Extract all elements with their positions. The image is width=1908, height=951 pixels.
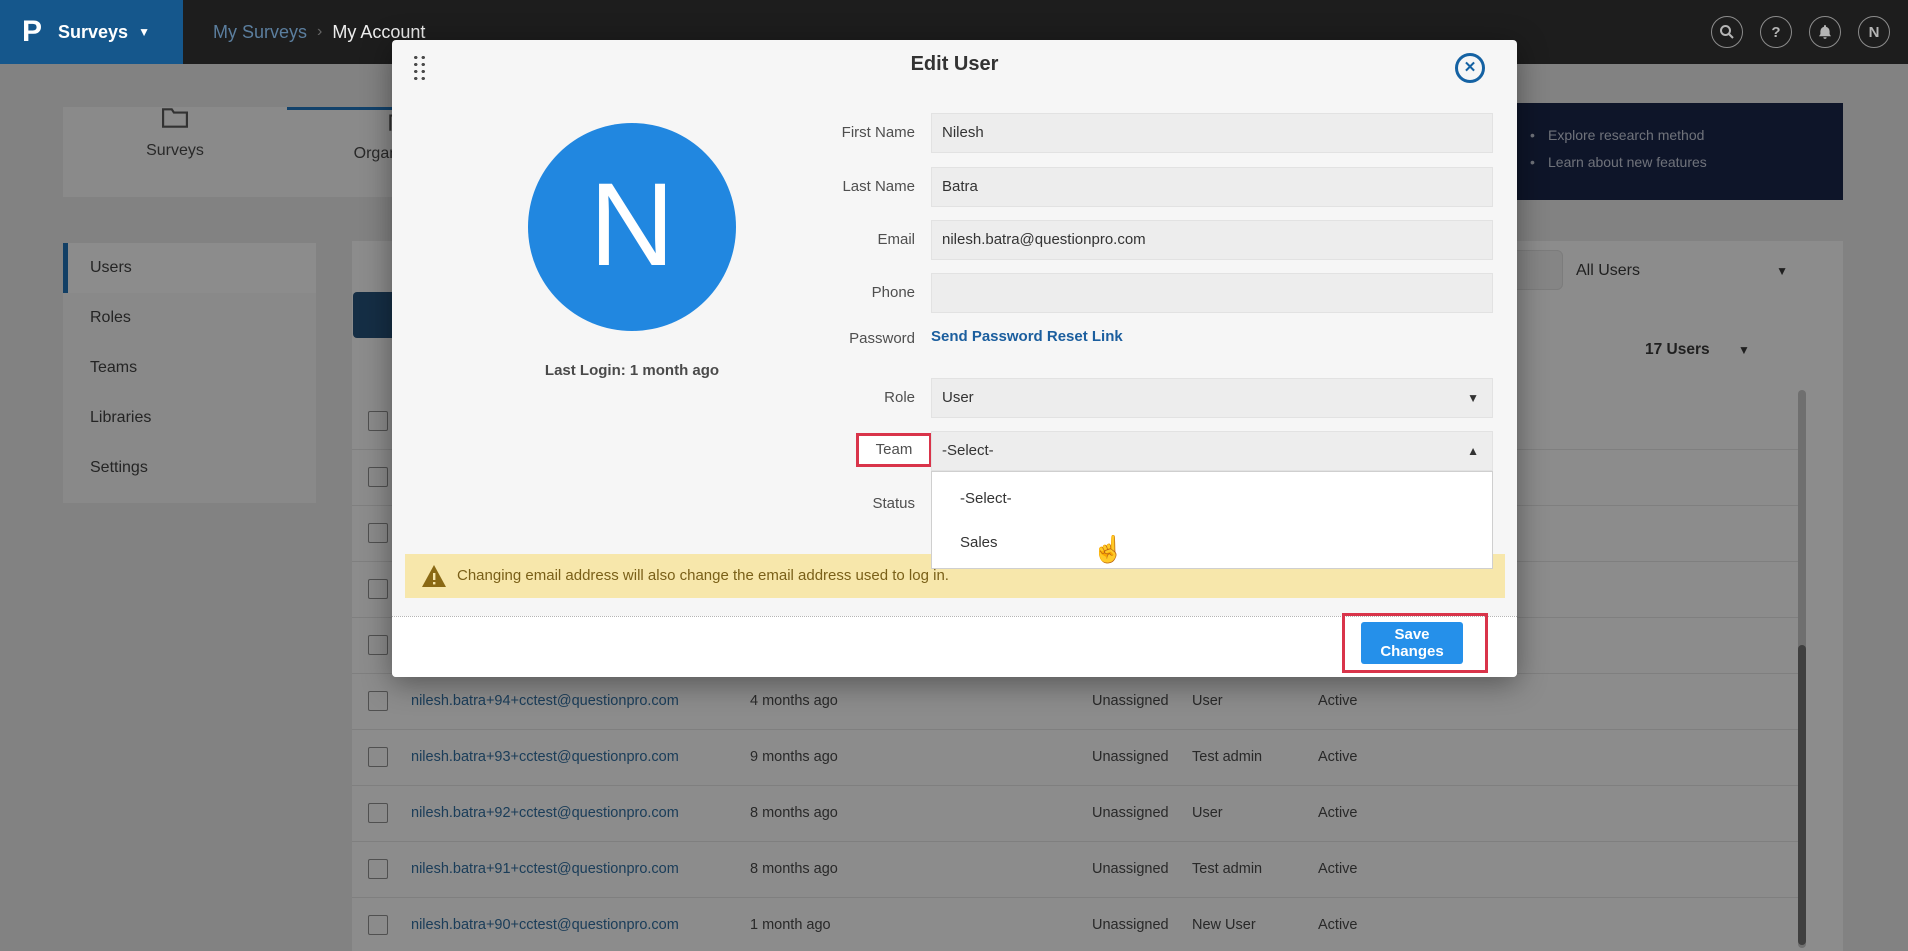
- last-login-text: Last Login: 1 month ago: [482, 362, 782, 379]
- first-name-field[interactable]: Nilesh: [931, 113, 1493, 153]
- chevron-down-icon: ▼: [138, 25, 150, 39]
- password-reset-link[interactable]: Send Password Reset Link: [931, 328, 1123, 345]
- team-dropdown-list: -Select- Sales: [931, 471, 1493, 569]
- user-avatar[interactable]: N: [1858, 16, 1890, 48]
- modal-title: Edit User: [392, 53, 1517, 76]
- first-name-label: First Name: [795, 124, 915, 141]
- team-option-select[interactable]: -Select-: [932, 477, 1492, 521]
- role-label: Role: [795, 389, 915, 406]
- status-label: Status: [795, 495, 915, 512]
- team-label: Team: [876, 441, 913, 458]
- team-label-highlight: Team: [856, 433, 932, 467]
- help-icon[interactable]: ?: [1760, 16, 1792, 48]
- screen: P Surveys ▼ My Surveys › My Account ? N …: [0, 0, 1908, 951]
- questionpro-logo-icon: P: [22, 15, 42, 49]
- last-name-field[interactable]: Batra: [931, 167, 1493, 207]
- breadcrumb-separator: ›: [317, 23, 322, 41]
- chevron-down-icon: ▼: [1467, 379, 1479, 417]
- role-value: User: [942, 389, 974, 406]
- modal-header: Edit User ✕: [392, 40, 1517, 88]
- edit-user-modal: Edit User ✕ N Last Login: 1 month ago Fi…: [392, 40, 1517, 677]
- product-menu-label: Surveys: [58, 22, 128, 43]
- password-label: Password: [795, 330, 915, 347]
- breadcrumb-my-surveys[interactable]: My Surveys: [213, 22, 307, 43]
- phone-label: Phone: [795, 284, 915, 301]
- product-switcher[interactable]: P Surveys ▼: [0, 0, 183, 64]
- warning-text: Changing email address will also change …: [457, 554, 949, 598]
- email-label: Email: [795, 231, 915, 248]
- team-select[interactable]: -Select- ▲: [931, 431, 1493, 471]
- cursor-pointer-icon: ☝: [1092, 534, 1124, 565]
- close-icon[interactable]: ✕: [1455, 53, 1485, 83]
- warning-icon: [421, 564, 447, 593]
- team-option-sales[interactable]: Sales: [932, 521, 1492, 565]
- last-name-label: Last Name: [795, 178, 915, 195]
- role-select[interactable]: User ▼: [931, 378, 1493, 418]
- save-changes-button[interactable]: Save Changes: [1361, 622, 1463, 664]
- phone-field[interactable]: [931, 273, 1493, 313]
- team-value: -Select-: [942, 442, 994, 459]
- notifications-icon[interactable]: [1809, 16, 1841, 48]
- search-icon[interactable]: [1711, 16, 1743, 48]
- navbar-icons: ? N: [1711, 16, 1890, 48]
- email-field[interactable]: nilesh.batra@questionpro.com: [931, 220, 1493, 260]
- user-avatar-large: N: [528, 123, 736, 331]
- chevron-up-icon: ▲: [1467, 432, 1479, 470]
